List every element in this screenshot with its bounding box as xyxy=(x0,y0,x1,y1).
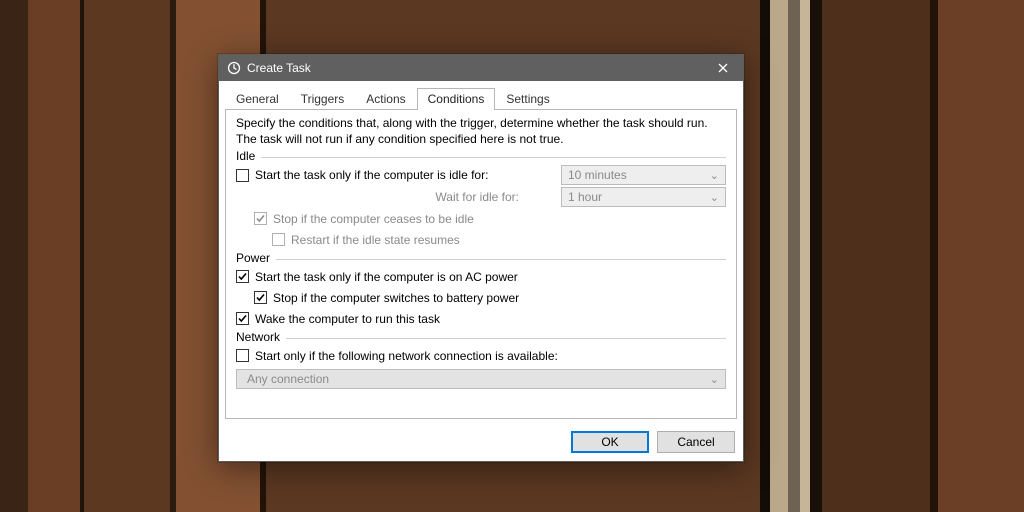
checkbox-stop-if-ceases-idle xyxy=(254,212,267,225)
ok-button[interactable]: OK xyxy=(571,431,649,453)
dialog-footer: OK Cancel xyxy=(219,425,743,461)
label-stop-if-ceases-idle: Stop if the computer ceases to be idle xyxy=(273,212,474,226)
label-wake-to-run: Wake the computer to run this task xyxy=(255,312,440,326)
label-wait-for-idle: Wait for idle for: xyxy=(257,190,519,204)
titlebar[interactable]: Create Task xyxy=(219,55,743,81)
label-start-only-on-ac: Start the task only if the computer is o… xyxy=(255,270,518,284)
checkbox-start-only-on-ac[interactable] xyxy=(236,270,249,283)
idle-duration-combobox[interactable]: 10 minutes ⌄ xyxy=(561,165,726,185)
tab-actions[interactable]: Actions xyxy=(355,88,416,110)
chevron-down-icon: ⌄ xyxy=(710,373,719,386)
network-group-header: Network xyxy=(236,330,726,344)
label-start-only-if-idle: Start the task only if the computer is i… xyxy=(255,168,488,182)
power-label: Power xyxy=(236,251,270,265)
network-label: Network xyxy=(236,330,280,344)
checkbox-wake-to-run[interactable] xyxy=(236,312,249,325)
idle-group-header: Idle xyxy=(236,149,726,163)
chevron-down-icon: ⌄ xyxy=(710,169,719,182)
close-button[interactable] xyxy=(703,55,743,81)
checkbox-stop-on-battery[interactable] xyxy=(254,291,267,304)
cancel-button[interactable]: Cancel xyxy=(657,431,735,453)
tab-general[interactable]: General xyxy=(225,88,290,110)
clock-icon xyxy=(227,61,241,75)
wait-for-idle-combobox[interactable]: 1 hour ⌄ xyxy=(561,187,726,207)
desktop-background: Create Task General Triggers Actions Con… xyxy=(0,0,1024,512)
window-title: Create Task xyxy=(247,61,311,75)
tab-settings[interactable]: Settings xyxy=(495,88,560,110)
label-start-only-if-network: Start only if the following network conn… xyxy=(255,349,558,363)
checkbox-start-only-if-idle[interactable] xyxy=(236,169,249,182)
idle-label: Idle xyxy=(236,149,255,163)
network-connection-combobox[interactable]: Any connection ⌄ xyxy=(236,369,726,389)
tab-conditions[interactable]: Conditions xyxy=(417,88,496,110)
label-stop-on-battery: Stop if the computer switches to battery… xyxy=(273,291,519,305)
create-task-dialog: Create Task General Triggers Actions Con… xyxy=(218,54,744,462)
power-group-header: Power xyxy=(236,251,726,265)
checkbox-restart-if-idle-resumes xyxy=(272,233,285,246)
conditions-description: Specify the conditions that, along with … xyxy=(236,116,726,147)
checkbox-start-only-if-network[interactable] xyxy=(236,349,249,362)
conditions-panel: Specify the conditions that, along with … xyxy=(225,109,737,419)
chevron-down-icon: ⌄ xyxy=(710,191,719,204)
tab-triggers[interactable]: Triggers xyxy=(290,88,356,110)
label-restart-if-idle-resumes: Restart if the idle state resumes xyxy=(291,233,460,247)
tab-strip: General Triggers Actions Conditions Sett… xyxy=(219,81,743,109)
